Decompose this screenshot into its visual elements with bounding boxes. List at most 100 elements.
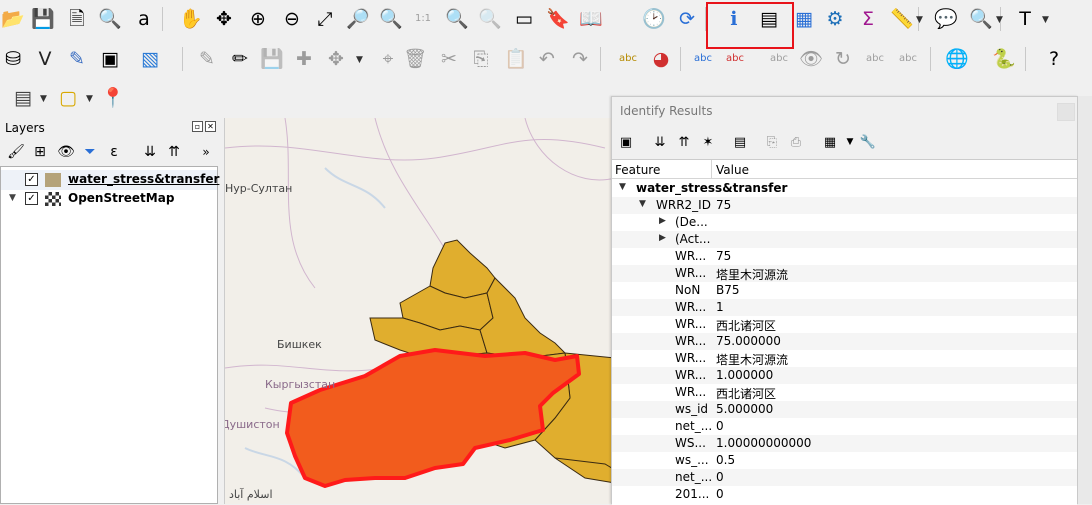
attribute-table-icon[interactable]: ▤ bbox=[756, 6, 782, 32]
digitize-icon[interactable]: ✎ bbox=[64, 46, 90, 72]
move-label-icon[interactable]: abc bbox=[766, 46, 792, 72]
result-row[interactable]: ▼ water_stress&transfer bbox=[612, 180, 1077, 197]
result-row[interactable]: WR... 1 bbox=[612, 299, 1077, 316]
result-row[interactable]: ▶ (De... bbox=[612, 214, 1077, 231]
diagram-tool-icon[interactable]: ◕ bbox=[648, 46, 674, 72]
copy-features-icon[interactable]: ⎘ bbox=[468, 46, 494, 72]
filter-expression-icon[interactable]: ε bbox=[104, 142, 124, 162]
select-location-icon[interactable]: 📍 bbox=[100, 85, 126, 111]
result-row[interactable]: WR... 西北诸河区 bbox=[612, 316, 1077, 333]
manage-visibility-icon[interactable]: 👁 bbox=[56, 142, 76, 162]
save-edits-icon[interactable]: 💾 bbox=[259, 46, 285, 72]
result-row[interactable]: NoN B75 bbox=[612, 282, 1077, 299]
rotate-label-icon[interactable]: ↻ bbox=[830, 46, 856, 72]
result-row[interactable]: net_... 0 bbox=[612, 469, 1077, 486]
deselect-features-icon[interactable]: ▢ bbox=[55, 85, 81, 111]
delete-selected-icon[interactable]: 🗑 bbox=[402, 46, 428, 72]
dropdown-arrow-icon[interactable]: ▼ bbox=[86, 94, 93, 104]
redo-icon[interactable]: ↷ bbox=[567, 46, 593, 72]
temporal-controller-icon[interactable]: 🕑 bbox=[641, 6, 667, 32]
quickosm-icon[interactable]: 🌐 bbox=[944, 46, 970, 72]
show-hide-labels-icon[interactable]: 👁 bbox=[798, 46, 824, 72]
result-row[interactable]: net_... 0 bbox=[612, 418, 1077, 435]
open-attribute-table-icon[interactable]: ▤ bbox=[10, 85, 36, 111]
result-row[interactable]: WS... 1.00000000000 bbox=[612, 435, 1077, 452]
validate-icon[interactable]: ▧ bbox=[137, 46, 163, 72]
new-map-view-icon[interactable]: ▭ bbox=[511, 6, 537, 32]
result-row[interactable]: ▼ WRR2_ID 75 bbox=[612, 197, 1077, 214]
zoom-to-selection-icon[interactable]: 🔎 bbox=[345, 6, 371, 32]
result-row[interactable]: 201... 0 bbox=[612, 486, 1077, 503]
help-icon[interactable]: ? bbox=[1041, 46, 1067, 72]
add-group-icon[interactable]: ⊞ bbox=[30, 142, 50, 162]
new-bookmark-icon[interactable]: 🔖 bbox=[545, 6, 571, 32]
style-manager-icon[interactable]: a bbox=[131, 6, 157, 32]
vertex-tool-icon[interactable]: V bbox=[32, 46, 58, 72]
collapse-arrow-icon[interactable]: ▼ bbox=[619, 182, 626, 192]
more-tools-icon[interactable]: » bbox=[196, 142, 216, 162]
python-console-icon[interactable]: 🐍 bbox=[991, 46, 1017, 72]
identify-features-icon[interactable]: ℹ bbox=[721, 6, 747, 32]
expand-arrow-icon[interactable]: ▶ bbox=[659, 216, 666, 226]
filter-legend-icon[interactable]: ⏷ bbox=[80, 142, 100, 162]
result-row[interactable]: ws_... 0.5 bbox=[612, 452, 1077, 469]
map-tips-icon[interactable]: 💬 bbox=[933, 6, 959, 32]
layer-row-openstreetmap[interactable]: ▼ ✓ OpenStreetMap bbox=[1, 189, 217, 209]
pan-to-selection-icon[interactable]: ✥ bbox=[211, 6, 237, 32]
statistical-summary-icon[interactable]: Σ bbox=[855, 6, 881, 32]
copy-feature-icon[interactable]: ⎘ bbox=[762, 132, 782, 152]
collapse-tree-icon[interactable]: ⇈ bbox=[674, 132, 694, 152]
expand-all-icon[interactable]: ⇊ bbox=[140, 142, 160, 162]
save-project-icon[interactable]: 💾 bbox=[30, 6, 56, 32]
clear-results-icon[interactable]: ▤ bbox=[730, 132, 750, 152]
new-print-layout-icon[interactable]: 🗎 bbox=[64, 6, 90, 32]
result-row[interactable]: ▶ (Act... bbox=[612, 231, 1077, 248]
zoom-out-icon[interactable]: ⊖ bbox=[279, 6, 305, 32]
processing-toolbox-icon[interactable]: ⚙ bbox=[822, 6, 848, 32]
open-project-icon[interactable]: 📂 bbox=[0, 6, 26, 32]
highlight-labels-icon[interactable]: abc bbox=[722, 46, 748, 72]
close-identify-button[interactable] bbox=[1057, 103, 1075, 121]
refresh-icon[interactable]: ⟳ bbox=[674, 6, 700, 32]
result-row[interactable]: WR... 西北诸河区 bbox=[612, 384, 1077, 401]
identify-mode-icon[interactable]: ▦ bbox=[820, 132, 840, 152]
zoom-full-icon[interactable]: ⤢ bbox=[312, 6, 338, 32]
result-row[interactable]: WR... 75.000000 bbox=[612, 333, 1077, 350]
zoom-next-icon[interactable]: 🔍 bbox=[477, 6, 503, 32]
dropdown-arrow-icon[interactable]: ▼ bbox=[40, 94, 47, 104]
float-panel-icon[interactable]: ▫ bbox=[192, 121, 203, 132]
expand-arrow-icon[interactable]: ▶ bbox=[659, 233, 666, 243]
move-feature-icon[interactable]: ✥ bbox=[323, 46, 349, 72]
pin-labels-icon[interactable]: abc bbox=[690, 46, 716, 72]
dropdown-arrow-icon[interactable]: ▼ bbox=[356, 55, 363, 65]
locator-search-icon[interactable]: 🔍 bbox=[968, 6, 994, 32]
expand-new-results-icon[interactable]: ▣ bbox=[616, 132, 636, 152]
layer-row-water-stress[interactable]: ✓ water_stress&transfer bbox=[1, 170, 219, 190]
field-calculator-icon[interactable]: ▦ bbox=[791, 6, 817, 32]
dropdown-arrow-icon[interactable]: ▼ bbox=[916, 15, 923, 25]
zoom-in-icon[interactable]: ⊕ bbox=[245, 6, 271, 32]
print-results-icon[interactable]: ⎙ bbox=[786, 132, 806, 152]
edit-pencil-disabled-icon[interactable]: ✎ bbox=[194, 46, 220, 72]
layer-styling-icon[interactable]: 🖌 bbox=[6, 142, 26, 162]
expand-arrow-icon[interactable]: ▼ bbox=[9, 193, 16, 203]
result-row[interactable]: ws_id 5.000000 bbox=[612, 401, 1077, 418]
expand-tree-icon[interactable]: ⇊ bbox=[650, 132, 670, 152]
expand-selection-icon[interactable]: ✶ bbox=[698, 132, 718, 152]
result-row[interactable]: WR... 塔里木河源流 bbox=[612, 265, 1077, 282]
change-label-icon[interactable]: abc bbox=[862, 46, 888, 72]
layer-visibility-checkbox[interactable]: ✓ bbox=[25, 173, 38, 186]
dropdown-arrow-icon[interactable]: ▼ bbox=[1042, 15, 1049, 25]
close-panel-icon[interactable]: ✕ bbox=[205, 121, 216, 132]
data-source-manager-icon[interactable]: ⛁ bbox=[0, 46, 26, 72]
undo-icon[interactable]: ↶ bbox=[534, 46, 560, 72]
node-tool-icon[interactable]: ⌖ bbox=[375, 46, 401, 72]
label-tool-icon[interactable]: abc bbox=[615, 46, 641, 72]
zoom-last-icon[interactable]: 🔍 bbox=[444, 6, 470, 32]
layer-visibility-checkbox[interactable]: ✓ bbox=[25, 192, 38, 205]
paste-features-icon[interactable]: 📋 bbox=[503, 46, 529, 72]
add-feature-icon[interactable]: ✚ bbox=[291, 46, 317, 72]
label-properties-icon[interactable]: abc bbox=[895, 46, 921, 72]
measure-line-icon[interactable]: 📏 bbox=[889, 6, 915, 32]
toggle-editing-icon[interactable]: ✏ bbox=[227, 46, 253, 72]
